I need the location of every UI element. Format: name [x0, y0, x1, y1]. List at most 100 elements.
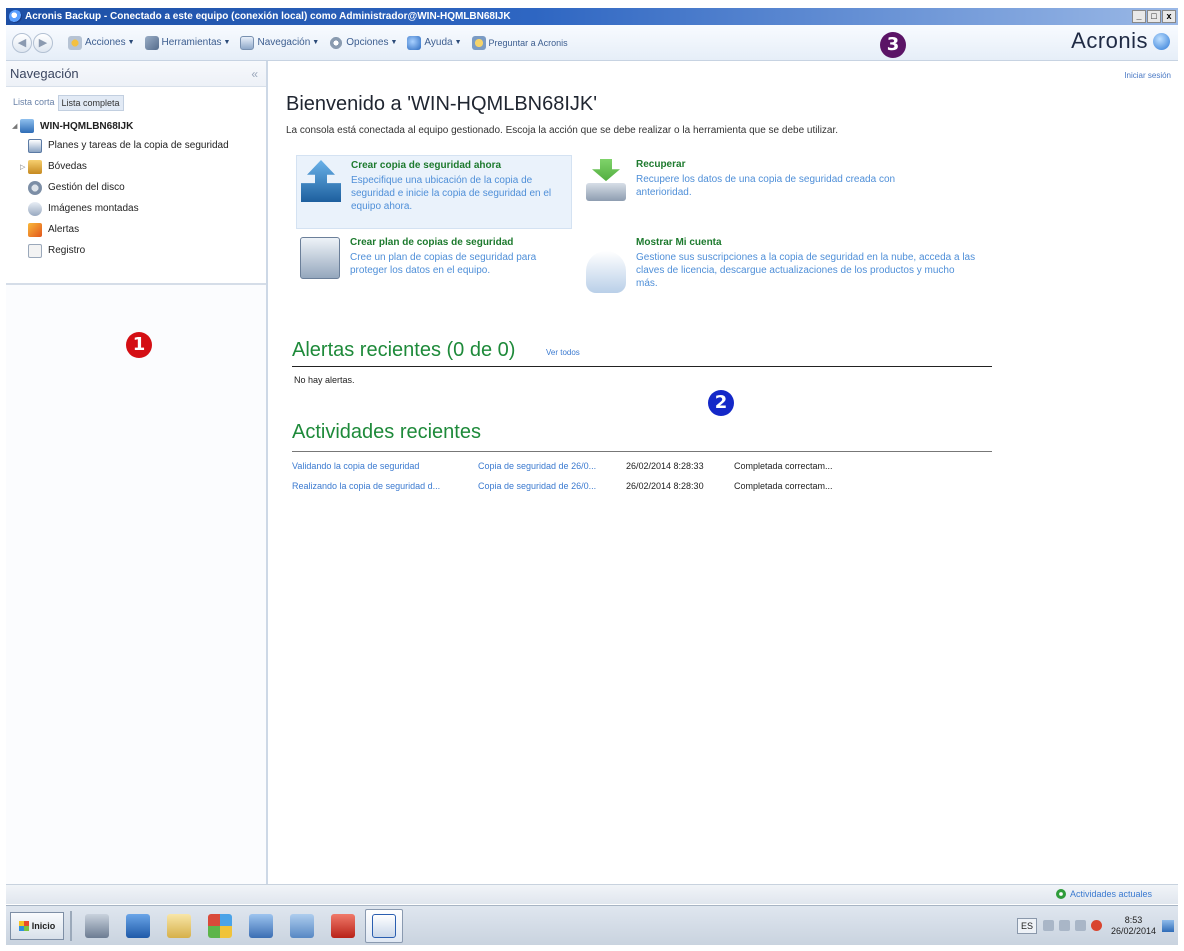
- expand-arrow-icon[interactable]: ▷: [20, 163, 28, 171]
- tree-item-alerts[interactable]: Alertas: [6, 219, 266, 240]
- flag-tray-icon[interactable]: [1058, 920, 1070, 931]
- welcome-view: Iniciar sesión Bienvenido a 'WIN-HQMLBN6…: [270, 61, 1178, 884]
- create-backup-now-action[interactable]: Crear copia de seguridad ahora Especifiq…: [296, 155, 572, 229]
- network-tray-icon[interactable]: [1074, 920, 1086, 931]
- taskbar-explorer[interactable]: [160, 909, 198, 943]
- recent-activities-title: Actividades recientes: [292, 421, 481, 443]
- acronis-taskbar-icon: [372, 913, 396, 938]
- clock-date: 26/02/2014: [1110, 925, 1156, 936]
- ask-acronis-label: Preguntar a Acronis: [488, 37, 568, 48]
- tree-item-label: Alertas: [48, 224, 80, 235]
- collapse-pane-icon[interactable]: «: [251, 67, 258, 81]
- taskbar-app-4[interactable]: [201, 909, 239, 943]
- powershell-icon: [126, 913, 150, 938]
- network-icon: [249, 913, 273, 938]
- navigation-icon: [240, 35, 255, 50]
- show-my-account-action[interactable]: Mostrar Mi cuenta Gestione sus suscripci…: [586, 237, 976, 293]
- chevron-down-icon: ▼: [223, 39, 231, 46]
- navigation-lower-area: [6, 285, 266, 884]
- language-indicator[interactable]: ES: [1016, 917, 1037, 934]
- navigation-pane: Navegación « Lista corta Lista completa …: [6, 61, 268, 884]
- taskbar-separator: [70, 910, 72, 941]
- tab-short-list[interactable]: Lista corta: [10, 95, 58, 111]
- see-all-alerts-link[interactable]: Ver todos: [546, 348, 580, 357]
- action-title: Crear copia de seguridad ahora: [351, 160, 502, 171]
- show-desktop-icon[interactable]: [1162, 919, 1174, 932]
- folder-icon: [167, 913, 191, 938]
- ask-icon: [471, 35, 486, 50]
- action-description: Recupere los datos de una copia de segur…: [636, 174, 896, 198]
- list-mode-tabs: Lista corta Lista completa: [10, 95, 266, 111]
- chevron-down-icon: ▼: [127, 39, 135, 46]
- current-activities-label: Actividades actuales: [1069, 889, 1152, 899]
- action-description: Cree un plan de copias de seguridad para…: [350, 252, 537, 276]
- tree-item-vaults[interactable]: ▷ Bóvedas: [6, 156, 266, 177]
- app-icon: [208, 913, 232, 938]
- taskbar-acronis[interactable]: [365, 908, 403, 943]
- tree-item-log[interactable]: Registro: [6, 240, 266, 261]
- activity-plan-link[interactable]: Copia de seguridad de 26/0...: [478, 481, 626, 497]
- recover-action[interactable]: Recuperar Recupere los datos de una copi…: [586, 159, 946, 201]
- recover-icon: [586, 159, 626, 201]
- acronis-logo-icon: [1153, 33, 1170, 50]
- tray-expand-icon[interactable]: [1042, 920, 1054, 931]
- taskbar-powershell[interactable]: [119, 909, 157, 943]
- activity-date: 26/02/2014 8:28:30: [626, 481, 704, 491]
- action-description: Especifique una ubicación de la copia de…: [351, 175, 552, 212]
- menu-herramientas[interactable]: Herramientas ▼: [144, 35, 231, 50]
- menu-navegacion-label: Navegación: [257, 37, 311, 48]
- taskbar-app-6[interactable]: [283, 909, 321, 943]
- create-backup-plan-action[interactable]: Crear plan de copias de seguridad Cree u…: [300, 237, 576, 279]
- tree-item-label: Registro: [48, 245, 86, 256]
- taskbar-app-7[interactable]: [324, 909, 362, 943]
- menu-opciones[interactable]: Opciones ▼: [329, 35, 397, 50]
- menu-navegacion[interactable]: Navegación ▼: [240, 35, 319, 50]
- tree-root-machine[interactable]: ◢ WIN-HQMLBN68IJK: [6, 117, 266, 135]
- tree-item-mounted-images[interactable]: Imágenes montadas: [6, 198, 266, 219]
- window-controls: _ □ x: [1132, 10, 1176, 23]
- start-button[interactable]: Inicio: [10, 911, 64, 940]
- system-tray: ES 8:53 26/02/2014: [1013, 909, 1178, 943]
- forward-arrow-icon[interactable]: ▶: [33, 32, 53, 53]
- activity-name-link[interactable]: Realizando la copia de seguridad d...: [292, 481, 478, 497]
- callout-badge-2: 2: [708, 390, 734, 416]
- volume-tray-icon[interactable]: [1090, 920, 1102, 931]
- server-manager-icon: [85, 913, 109, 938]
- ask-acronis-link[interactable]: Preguntar a Acronis: [471, 35, 568, 50]
- tree-item-plans[interactable]: Planes y tareas de la copia de seguridad: [6, 135, 266, 156]
- history-navigation: ◀ ▶: [12, 32, 54, 53]
- window-title: Acronis Backup - Conectado a este equipo…: [25, 11, 511, 22]
- callout-badge-3: 3: [880, 32, 906, 58]
- minimize-button[interactable]: _: [1132, 10, 1146, 23]
- expanded-arrow-icon[interactable]: ◢: [12, 122, 20, 130]
- title-bar: Acronis Backup - Conectado a este equipo…: [6, 8, 1178, 25]
- navigation-header: Navegación «: [6, 61, 266, 87]
- tab-full-list[interactable]: Lista completa: [57, 95, 124, 111]
- options-icon: [329, 35, 344, 50]
- cloud-icon: [586, 251, 626, 293]
- tree-item-disk-management[interactable]: Gestión del disco: [6, 177, 266, 198]
- current-activities-link[interactable]: Actividades actuales: [1055, 889, 1152, 899]
- login-link[interactable]: Iniciar sesión: [1124, 71, 1171, 80]
- clock-time: 8:53: [1124, 914, 1143, 925]
- tree-item-label: Imágenes montadas: [48, 203, 139, 214]
- activity-plan-link[interactable]: Copia de seguridad de 26/0...: [478, 461, 626, 477]
- taskbar-app-5[interactable]: [242, 909, 280, 943]
- taskbar-server-manager[interactable]: [78, 909, 116, 943]
- menu-ayuda[interactable]: Ayuda ▼: [407, 35, 462, 50]
- clock[interactable]: 8:53 26/02/2014: [1111, 915, 1156, 937]
- maximize-button[interactable]: □: [1147, 10, 1161, 23]
- menu-herramientas-label: Herramientas: [161, 37, 222, 48]
- mounted-image-icon: [28, 201, 42, 216]
- start-label: Inicio: [31, 920, 56, 931]
- action-text: Recuperar Recupere los datos de una copi…: [636, 159, 946, 201]
- navigation-tree: ◢ WIN-HQMLBN68IJK Planes y tareas de la …: [6, 117, 266, 261]
- activity-name-link[interactable]: Validando la copia de seguridad: [292, 461, 478, 477]
- action-text: Mostrar Mi cuenta Gestione sus suscripci…: [636, 237, 976, 293]
- recent-alerts-title: Alertas recientes (0 de 0): [292, 339, 516, 361]
- back-arrow-icon[interactable]: ◀: [12, 32, 32, 53]
- menu-acciones[interactable]: Acciones ▼: [68, 35, 135, 50]
- close-button[interactable]: x: [1162, 10, 1176, 23]
- alerts-divider: [292, 366, 992, 367]
- alert-icon: [28, 222, 42, 237]
